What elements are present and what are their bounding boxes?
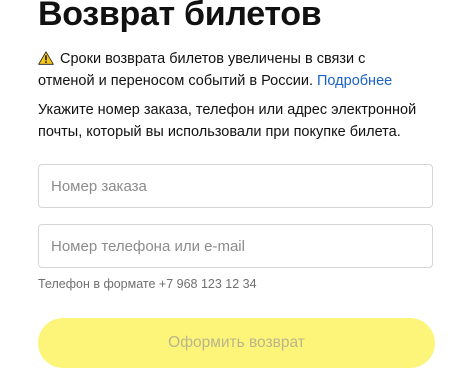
notice-text-2: отменой и переносом событий в России. xyxy=(38,73,317,89)
notice-line-2: отменой и переносом событий в России. По… xyxy=(38,70,448,92)
submit-return-button[interactable]: Оформить возврат xyxy=(38,318,435,368)
phone-or-email-input[interactable] xyxy=(38,224,433,268)
more-info-link[interactable]: Подробнее xyxy=(317,73,392,89)
instructions-line-1: Укажите номер заказа, телефон или адрес … xyxy=(38,102,417,118)
order-number-input[interactable] xyxy=(38,164,433,208)
notice-text-1: Сроки возврата билетов увеличены в связи… xyxy=(60,51,366,67)
warning-icon xyxy=(38,51,54,65)
instructions-line-2: почты, который вы использовали при покуп… xyxy=(38,124,401,140)
page-title: Возврат билетов xyxy=(38,0,322,33)
phone-format-hint: Телефон в формате +7 968 123 12 34 xyxy=(38,277,257,291)
notice-banner: Сроки возврата билетов увеличены в связи… xyxy=(38,48,448,92)
instructions-text: Укажите номер заказа, телефон или адрес … xyxy=(38,99,448,143)
notice-line-1: Сроки возврата билетов увеличены в связи… xyxy=(38,48,448,70)
